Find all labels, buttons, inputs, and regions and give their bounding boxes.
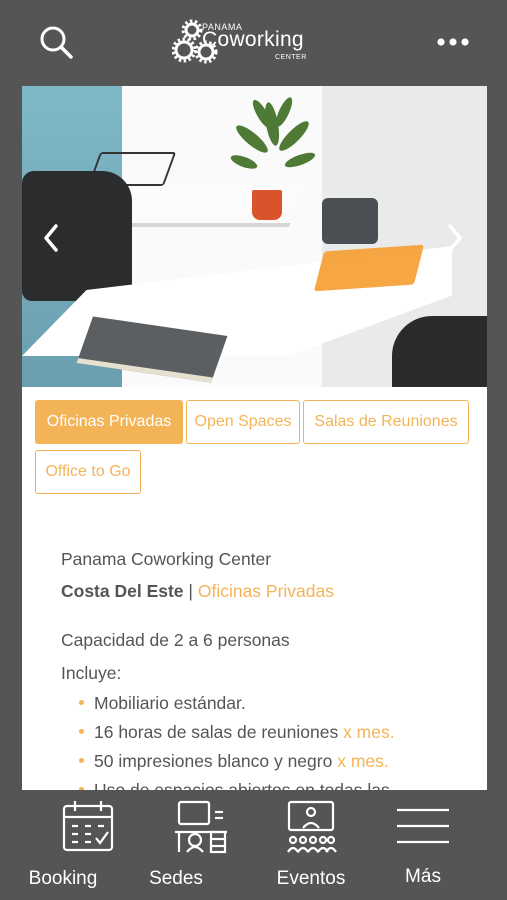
photo-orange-tray — [313, 244, 425, 292]
tab-salas-de-reuniones[interactable]: Salas de Reuniones — [303, 400, 469, 444]
bullet-icon — [79, 700, 84, 705]
list-item: 16 horas de salas de reuniones x mes. — [79, 722, 395, 743]
nav-eventos-label: Eventos — [276, 868, 346, 889]
category-link[interactable]: Oficinas Privadas — [198, 581, 334, 601]
nav-eventos[interactable]: Eventos — [248, 790, 374, 900]
nav-sedes-label: Sedes — [149, 868, 203, 889]
list-item: Mobiliario estándar. — [79, 693, 246, 714]
company-name: Panama Coworking Center — [61, 549, 272, 569]
capacity-text: Capacidad de 2 a 6 personas — [61, 630, 290, 650]
search-icon[interactable] — [38, 24, 74, 60]
content-card: Oficinas Privadas Open Spaces Salas de R… — [22, 86, 487, 790]
location-separator: | — [188, 581, 193, 601]
photo-plant — [230, 97, 316, 169]
list-item-highlight: x mes. — [337, 751, 389, 771]
chevron-right-icon[interactable] — [442, 216, 468, 260]
photo-plant-pot — [252, 190, 282, 220]
list-item-text: Uso de espacios abiertos en todas las — [94, 780, 390, 790]
logo-main-text: Coworking — [202, 28, 304, 51]
list-item-highlight: x mes. — [343, 722, 395, 742]
tab-office-to-go[interactable]: Office to Go — [35, 450, 141, 494]
photo-phone — [322, 198, 378, 244]
chevron-left-icon[interactable] — [38, 216, 64, 260]
bottom-nav: Booking Sedes Eventos Más — [0, 790, 507, 900]
office-photo[interactable] — [22, 86, 487, 387]
list-item: Uso de espacios abiertos en todas las — [79, 780, 390, 790]
location-line: Costa Del Este | Oficinas Privadas — [61, 581, 334, 602]
photo-chair-right — [392, 316, 487, 387]
list-item-text: Mobiliario estándar. — [94, 693, 246, 713]
list-item-text: 50 impresiones blanco y negro — [94, 751, 338, 771]
includes-label: Incluye: — [61, 663, 122, 683]
list-item: 50 impresiones blanco y negro x mes. — [79, 751, 389, 772]
top-bar: PANAMA Coworking CENTER — [0, 0, 507, 86]
menu-icon — [397, 808, 449, 844]
nav-booking-label: Booking — [28, 868, 98, 889]
tab-oficinas-privadas[interactable]: Oficinas Privadas — [35, 400, 183, 444]
logo-sub-text: CENTER — [275, 54, 307, 61]
nav-mas-label: Más — [405, 866, 441, 887]
office-desk-icon — [175, 800, 227, 854]
more-horizontal-icon[interactable] — [437, 34, 469, 50]
nav-sedes[interactable]: Sedes — [138, 790, 264, 900]
app-logo: PANAMA Coworking CENTER — [172, 16, 332, 72]
presentation-icon — [287, 800, 337, 853]
bullet-icon — [79, 729, 84, 734]
nav-mas[interactable]: Más — [360, 790, 486, 900]
bullet-icon — [79, 758, 84, 763]
list-item-text: 16 horas de salas de reuniones — [94, 722, 344, 742]
tab-open-spaces[interactable]: Open Spaces — [186, 400, 300, 444]
calendar-icon — [62, 801, 114, 852]
location-name: Costa Del Este — [61, 581, 184, 601]
